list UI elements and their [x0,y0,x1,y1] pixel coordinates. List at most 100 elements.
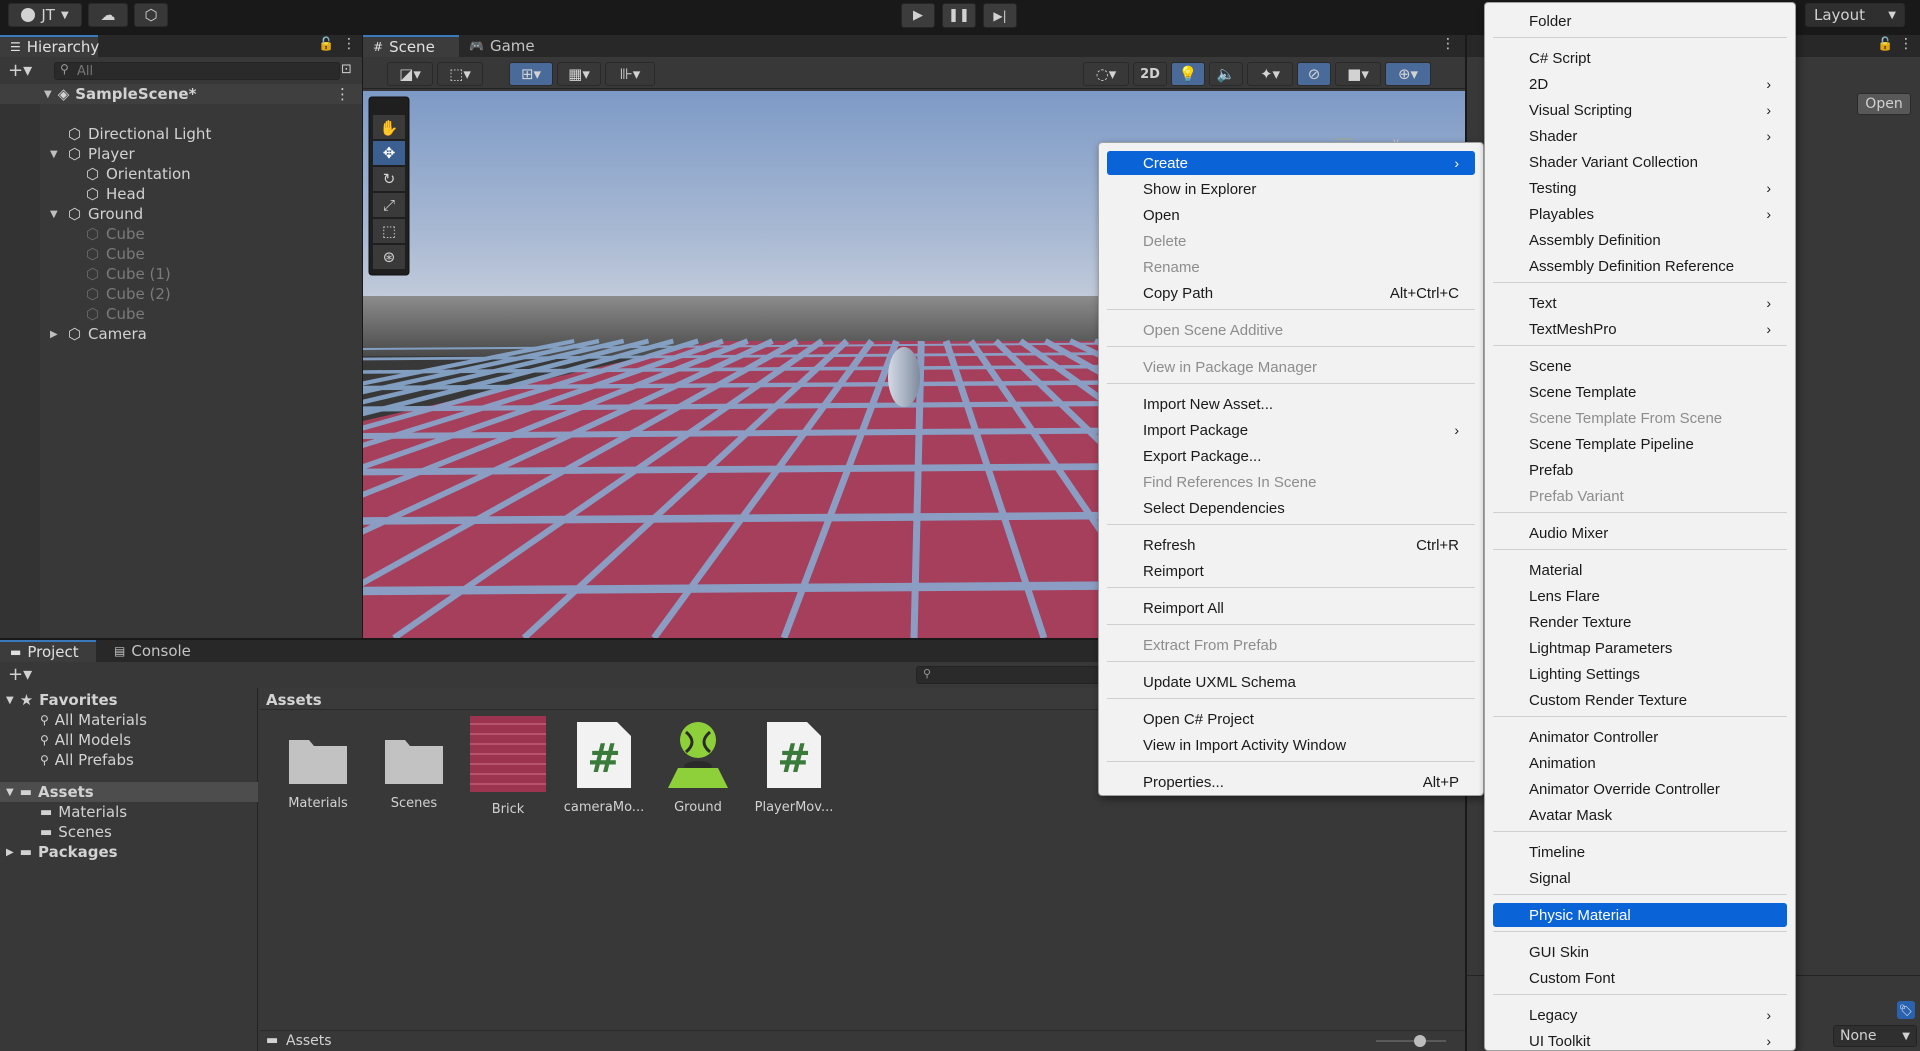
favorites-row[interactable]: ▼ ★ Favorites [0,690,258,710]
menu-item[interactable]: Folder [1493,9,1787,33]
add-icon[interactable]: +▾ [8,60,32,81]
grid-snap-dropdown[interactable]: ▦▾ [557,62,601,86]
fav-item[interactable]: ⚲ All Materials [0,710,258,730]
menu-item[interactable]: Import Package › [1107,418,1475,442]
increment-snap-dropdown[interactable]: ⊪▾ [605,62,655,86]
hierarchy-item[interactable]: ⬡ Cube [0,224,362,244]
hierarchy-item[interactable]: ⬡ Cube (2) [0,284,362,304]
menu-item[interactable]: Signal [1493,866,1787,890]
hierarchy-item[interactable]: ⬡ Directional Light [0,124,362,144]
play-button[interactable]: ▶ [901,3,935,28]
menu-item[interactable]: Open C# Project [1107,707,1475,731]
menu-item[interactable]: Avatar Mask [1493,803,1787,827]
project-search-input[interactable]: ⚲ [916,666,1116,684]
hierarchy-item[interactable]: ▼ ⬡ Ground [0,204,362,224]
zoom-slider-thumb[interactable] [1414,1035,1426,1047]
packages-row[interactable]: ▶ ▬ Packages [0,842,258,862]
menu-item[interactable]: UI Toolkit › [1493,1029,1787,1051]
menu-item[interactable]: Render Texture [1493,610,1787,634]
menu-item[interactable]: Lens Flare [1493,584,1787,608]
scene-row[interactable]: ▼ ◈ SampleScene* ⋮ [0,84,362,104]
menu-item[interactable]: Visual Scripting › [1493,98,1787,122]
gizmos-dropdown[interactable]: ⊕▾ [1385,62,1431,86]
asset-item[interactable]: # cameraMo... [556,722,652,815]
menu-item[interactable]: Shader Variant Collection [1493,150,1787,174]
menu-item[interactable]: Open [1107,203,1475,227]
hierarchy-item[interactable]: ▶ ⬡ Camera [0,324,362,344]
menu-item[interactable]: Reimport All [1107,596,1475,620]
menu-item[interactable]: GUI Skin [1493,940,1787,964]
menu-item[interactable]: C# Script [1493,46,1787,70]
menu-item[interactable]: Select Dependencies [1107,496,1475,520]
menu-item[interactable]: Scene [1493,354,1787,378]
menu-item[interactable]: Shader › [1493,124,1787,148]
menu-item[interactable]: Copy Path Alt+Ctrl+C [1107,281,1475,305]
menu-item[interactable]: Custom Render Texture [1493,688,1787,712]
label-tag-icon[interactable]: 🏷 [1897,1001,1915,1019]
expand-arrow-icon[interactable]: ▼ [50,209,58,220]
asset-item[interactable]: Brick [460,716,556,817]
menu-item[interactable]: Text › [1493,291,1787,315]
layout-dropdown[interactable]: Layout ▼ [1805,3,1905,27]
menu-item[interactable]: Audio Mixer [1493,521,1787,545]
hierarchy-item[interactable]: ⬡ Cube [0,304,362,324]
asset-item[interactable]: Materials [270,732,366,811]
fav-item[interactable]: ⚲ All Prefabs [0,750,258,770]
asset-item[interactable]: Scenes [366,732,462,811]
menu-item[interactable]: Lighting Settings [1493,662,1787,686]
tab-game[interactable]: 🎮 Game [459,35,541,57]
camera-dropdown[interactable]: ■▾ [1335,62,1381,86]
asset-item[interactable]: # PlayerMov... [746,722,842,815]
render-mode-dropdown[interactable]: ⬚▾ [437,62,483,86]
menu-item[interactable]: Update UXML Schema [1107,670,1475,694]
tab-project[interactable]: ▬ Project [0,640,96,662]
hierarchy-item[interactable]: ⬡ Head [0,184,362,204]
account-dropdown[interactable]: JT ▼ [8,3,82,27]
menu-item[interactable]: Physic Material [1493,903,1787,927]
tab-console[interactable]: ▤ Console [104,640,204,662]
tab-hierarchy[interactable]: ☰ Hierarchy [0,35,99,57]
add-icon[interactable]: +▾ [8,664,32,685]
cloud-button[interactable]: ☁ [88,3,128,27]
pause-button[interactable]: ❚❚ [942,3,976,28]
menu-item[interactable]: Assembly Definition Reference [1493,254,1787,278]
breadcrumb-assets[interactable]: Assets [266,691,322,709]
menu-item[interactable]: TextMeshPro › [1493,317,1787,341]
player-capsule[interactable] [888,347,920,407]
lock-icon[interactable]: 🔓 [1877,37,1893,52]
lighting-toggle[interactable]: 💡 [1171,62,1205,86]
hierarchy-item[interactable]: ⬡ Orientation [0,164,362,184]
assets-row[interactable]: ▼ ▬ Assets [0,782,258,802]
effects-dropdown[interactable]: ✦▾ [1247,62,1293,86]
more-options-icon[interactable]: ⋮ [342,36,356,52]
open-button[interactable]: Open [1857,93,1911,115]
snap-dropdown[interactable]: ⊞▾ [509,62,553,86]
more-options-icon[interactable]: ⋮ [1899,36,1913,52]
hierarchy-item[interactable]: ⬡ Cube (1) [0,264,362,284]
menu-item[interactable]: Custom Font [1493,966,1787,990]
tab-scene[interactable]: # Scene [363,35,459,57]
menu-item[interactable]: 2D › [1493,72,1787,96]
asset-bundle-dropdown[interactable]: None ▼ [1833,1025,1917,1047]
menu-item[interactable]: Properties... Alt+P [1107,770,1475,794]
menu-item[interactable]: Refresh Ctrl+R [1107,533,1475,557]
zoom-slider[interactable] [1376,1035,1446,1047]
menu-item[interactable]: Scene Template [1493,380,1787,404]
collab-button[interactable]: ⬡ [134,3,168,27]
step-button[interactable]: ▶| [983,3,1017,28]
menu-item[interactable]: Playables › [1493,202,1787,226]
asset-folder-row[interactable]: ▬ Scenes [0,822,258,842]
asset-folder-row[interactable]: ▬ Materials [0,802,258,822]
menu-item[interactable]: Assembly Definition [1493,228,1787,252]
scene-search-icon[interactable]: ⊡ [341,62,352,77]
2d-toggle[interactable]: 2D [1133,62,1167,86]
hierarchy-item[interactable]: ⬡ Cube [0,244,362,264]
menu-item[interactable]: Lightmap Parameters [1493,636,1787,660]
lock-icon[interactable]: 🔓 [318,37,334,52]
menu-item[interactable]: Timeline [1493,840,1787,864]
menu-item[interactable]: View in Import Activity Window [1107,733,1475,757]
more-options-icon[interactable]: ⋮ [1441,36,1455,52]
menu-item[interactable]: Legacy › [1493,1003,1787,1027]
asset-item[interactable]: Ground [650,722,746,815]
visibility-toggle[interactable]: ⊘ [1297,62,1331,86]
